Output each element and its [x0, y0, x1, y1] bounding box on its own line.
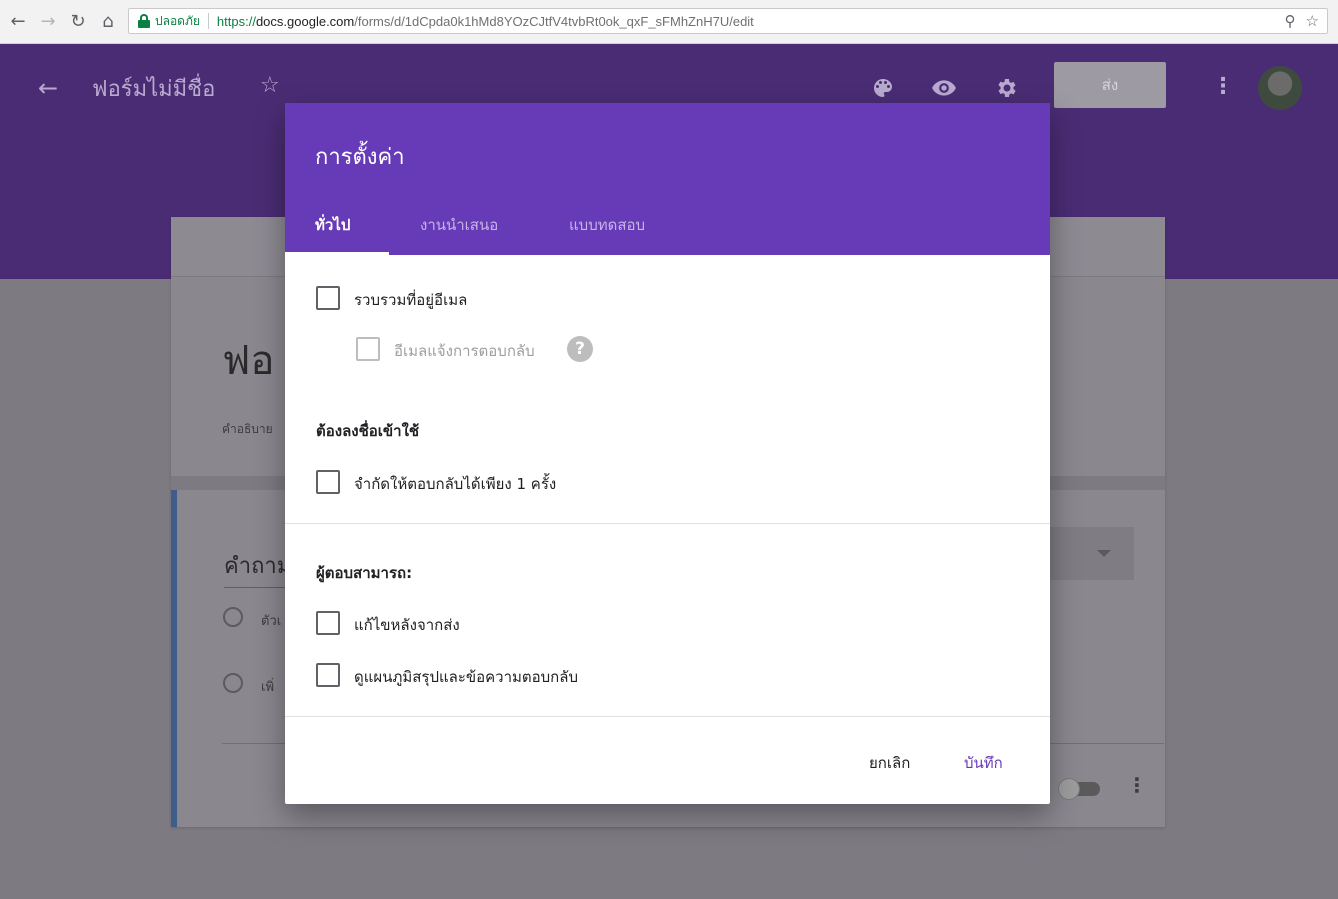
save-button[interactable]: บันทึก — [964, 751, 1003, 775]
limit-one-response-label: จำกัดให้ตอบกลับได้เพียง 1 ครั้ง — [354, 475, 557, 493]
chevron-down-icon — [1097, 550, 1111, 557]
address-bar[interactable]: ปลอดภัย https://docs.google.com/forms/d/… — [128, 8, 1328, 34]
gear-icon[interactable] — [993, 75, 1019, 101]
option-label-partial: ตัวเ — [261, 614, 282, 629]
url-path: /forms/d/1dCpda0k1hMd8YOzCJtfV4tvbRt0ok_… — [354, 13, 754, 29]
tab-presentation[interactable]: งานนำเสนอ — [420, 213, 498, 237]
edit-after-submit-label: แก้ไขหลังจากส่ง — [354, 616, 460, 634]
bookmark-star-icon[interactable]: ☆ — [1306, 12, 1319, 30]
secure-label: ปลอดภัย — [155, 13, 200, 28]
star-icon[interactable]: ☆ — [260, 73, 280, 98]
requires-signin-heading: ต้องลงชื่อเข้าใช้ — [316, 422, 420, 440]
form-title-partial: ฟอ — [222, 338, 275, 384]
radio-icon — [223, 607, 243, 627]
form-title[interactable]: ฟอร์มไม่มีชื่อ — [92, 71, 215, 106]
edit-after-submit-checkbox[interactable] — [316, 611, 340, 635]
lock-icon — [137, 14, 151, 28]
dialog-header: การตั้งค่า ทั่วไป งานนำเสนอ แบบทดสอบ — [285, 103, 1050, 255]
zoom-icon[interactable]: ⚲ — [1285, 12, 1296, 30]
limit-one-response-checkbox[interactable] — [316, 470, 340, 494]
avatar[interactable] — [1258, 66, 1302, 110]
url-scheme: https:// — [216, 13, 256, 29]
radio-icon — [223, 673, 243, 693]
response-receipts-label: อีเมลแจ้งการตอบกลับ — [394, 342, 535, 360]
url-host: docs.google.com — [255, 13, 355, 29]
required-toggle — [1058, 778, 1100, 800]
browser-toolbar: ← → ↻ ⌂ ปลอดภัย https://docs.google.com /… — [0, 0, 1338, 44]
tab-indicator — [285, 252, 389, 255]
tab-general[interactable]: ทั่วไป — [315, 213, 350, 237]
back-arrow-icon[interactable]: ← — [38, 74, 58, 102]
see-summary-label: ดูแผนภูมิสรุปและข้อความตอบกลับ — [354, 668, 578, 686]
respondents-can-heading: ผู้ตอบสามารถ: — [316, 564, 413, 582]
tab-quizzes[interactable]: แบบทดสอบ — [569, 213, 645, 237]
question-title-partial: คำถาม — [224, 548, 292, 588]
send-button[interactable]: ส่ง — [1054, 62, 1166, 108]
back-arrow-icon[interactable]: ← — [6, 10, 30, 34]
question-type-select — [1050, 527, 1134, 580]
reload-icon[interactable]: ↻ — [66, 10, 90, 34]
palette-icon[interactable] — [870, 75, 896, 101]
settings-dialog: การตั้งค่า ทั่วไป งานนำเสนอ แบบทดสอบ รวบ… — [285, 103, 1050, 804]
help-icon[interactable]: ? — [567, 336, 593, 362]
home-icon[interactable]: ⌂ — [96, 10, 120, 34]
cancel-button[interactable]: ยกเลิก — [869, 751, 910, 775]
more-vert-icon[interactable]: ⋮ — [1212, 74, 1234, 99]
add-option-partial: เพิ่ — [261, 680, 275, 695]
collect-email-checkbox[interactable] — [316, 286, 340, 310]
see-summary-checkbox[interactable] — [316, 663, 340, 687]
collect-email-label: รวบรวมที่อยู่อีเมล — [354, 291, 468, 309]
forward-arrow-icon[interactable]: → — [36, 10, 60, 34]
response-receipts-checkbox[interactable] — [356, 337, 380, 361]
more-vert-icon: ⋮ — [1127, 773, 1147, 797]
dialog-title: การตั้งค่า — [315, 145, 405, 170]
eye-icon[interactable] — [931, 75, 957, 101]
form-description-partial: คำอธิบาย — [222, 422, 273, 436]
